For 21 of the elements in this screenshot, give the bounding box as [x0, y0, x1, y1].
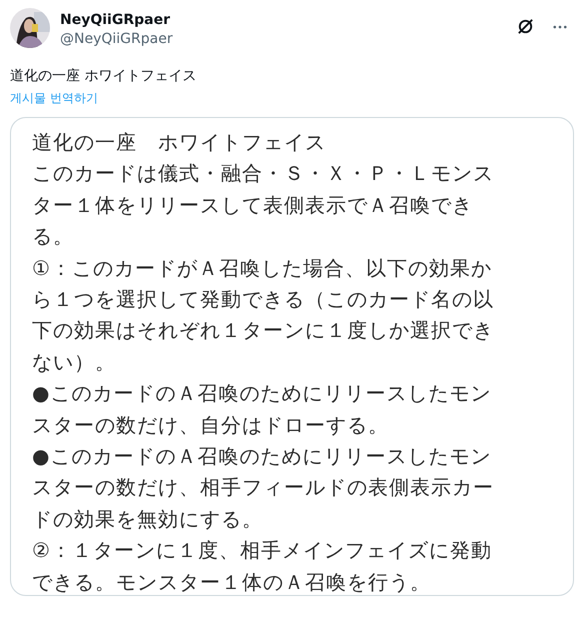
card-text-line: このカードは儀式・融合・Ｓ・Ｘ・Ｐ・Ｌモンス [32, 160, 495, 188]
post-text: 道化の一座 ホワイトフェイス [10, 67, 198, 86]
author-name[interactable]: NeyQiiGRpaer [60, 11, 173, 29]
card-text-line: ①：このカードがＡ召喚した場合、以下の効果か [32, 254, 493, 282]
card-text-line: 道化の一座 ホワイトフェイス [32, 129, 327, 156]
card-text-line: ●このカードのＡ召喚のためにリリースしたモン [32, 380, 492, 408]
card-text-line: ない）。 [32, 348, 117, 376]
card-text-line: できる。モンスター１体のＡ召喚を行う。 [32, 568, 432, 596]
card-text-line: ②：１ターンに１度、相手メインフェイズに発動 [32, 537, 493, 564]
card-text-line: ター１体をリリースして表側表示でＡ召喚でき [32, 192, 474, 219]
card-text-line: ら１つを選択して発動できる（このカード名の以 [32, 286, 495, 314]
more-icon[interactable] [553, 25, 567, 29]
card-text-line: ドの効果を無効にする。 [32, 506, 264, 533]
card-text-line: ●このカードのＡ召喚のためにリリースしたモン [32, 443, 492, 470]
card-text-line: スターの数だけ、自分はドローする。 [32, 412, 390, 439]
slashed-circle-icon[interactable] [516, 17, 535, 36]
author-handle[interactable]: @NeyQiiGRpaer [60, 29, 173, 49]
text-image[interactable] [10, 117, 574, 596]
card-text-line: 下の効果はそれぞれ１ターンに１度しか選択でき [32, 317, 495, 344]
card-text-line: スターの数だけ、相手フィールドの表側表示カー [32, 474, 495, 502]
card-text-line: る。 [32, 223, 75, 250]
